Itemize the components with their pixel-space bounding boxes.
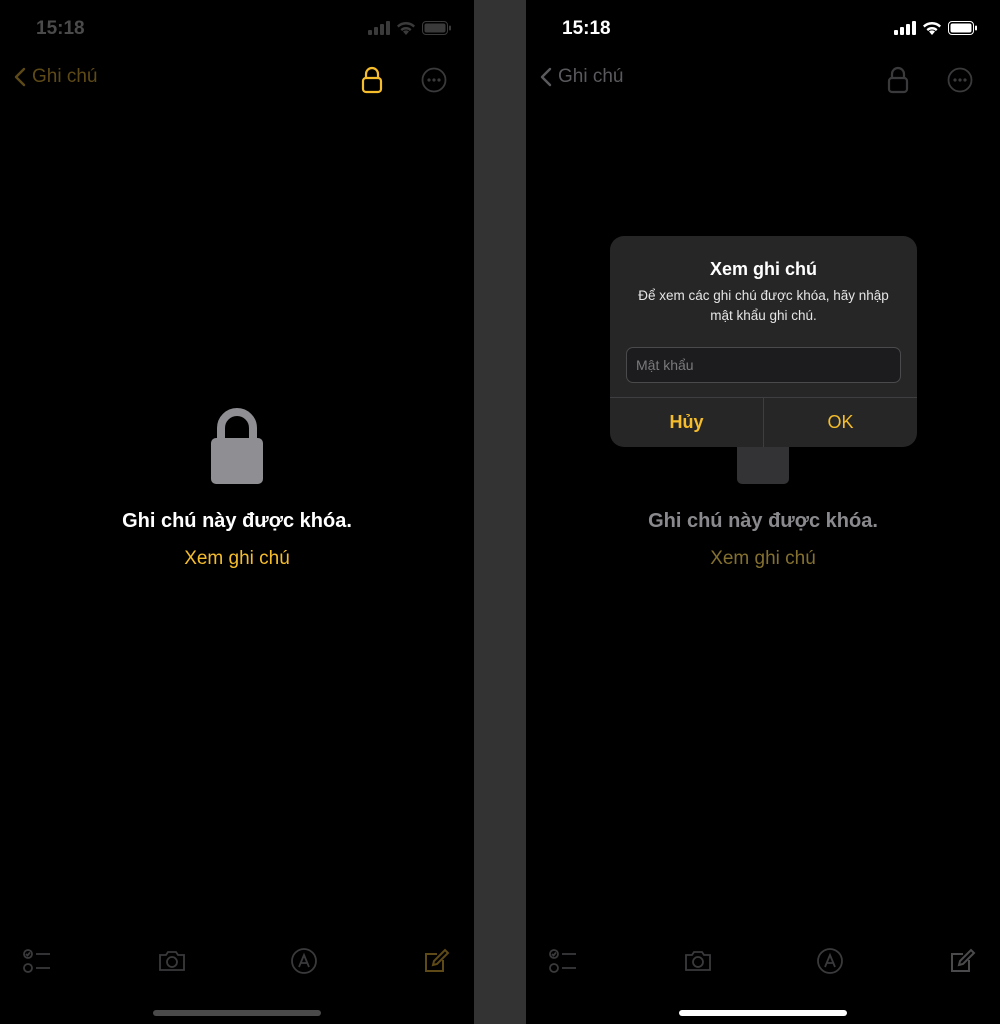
view-note-link[interactable]: Xem ghi chú (526, 548, 1000, 570)
back-label: Ghi chú (32, 66, 98, 87)
locked-message: Ghi chú này được khóa. (122, 510, 352, 532)
left-screen: 15:18 Ghi chú Ghi chú này được khóa. Xem… (0, 0, 474, 1024)
cancel-button[interactable]: Hủy (610, 398, 763, 447)
battery-icon (422, 21, 451, 35)
password-dialog: Xem ghi chú Để xem các ghi chú được khóa… (610, 236, 917, 447)
password-input[interactable] (626, 347, 901, 383)
ok-button[interactable]: OK (764, 398, 917, 447)
back-button[interactable]: Ghi chú (540, 66, 623, 88)
checklist-icon[interactable] (22, 946, 52, 976)
compose-icon[interactable] (947, 946, 977, 976)
status-time: 15:18 (36, 18, 85, 39)
status-icons (894, 20, 978, 36)
battery-icon (948, 21, 977, 35)
wifi-icon (923, 21, 941, 35)
navigation-bar: Ghi chú (526, 62, 1000, 98)
markup-icon[interactable] (289, 946, 319, 976)
right-screen: 15:18 Ghi chú Ghi chú này được khóa. Xem… (526, 0, 1000, 1024)
cellular-signal-icon (894, 21, 916, 35)
chevron-left-icon (14, 67, 26, 87)
home-indicator[interactable] (679, 1010, 847, 1016)
checklist-icon[interactable] (548, 946, 578, 976)
bottom-toolbar (0, 942, 474, 982)
dialog-message: Để xem các ghi chú được khóa, hãy nhập m… (638, 288, 889, 323)
chevron-left-icon (540, 67, 552, 87)
more-icon[interactable] (421, 67, 447, 93)
lock-icon[interactable] (886, 65, 910, 95)
lock-icon[interactable] (360, 65, 384, 95)
camera-icon[interactable] (683, 946, 713, 976)
status-time: 15:18 (562, 18, 611, 39)
cellular-signal-icon (368, 21, 390, 35)
status-icons (368, 20, 452, 36)
home-indicator[interactable] (153, 1010, 321, 1016)
back-label: Ghi chú (558, 66, 624, 87)
more-icon[interactable] (947, 67, 973, 93)
navigation-bar: Ghi chú (0, 62, 474, 98)
markup-icon[interactable] (815, 946, 845, 976)
lock-icon (211, 408, 263, 484)
bottom-toolbar (526, 942, 1000, 982)
locked-message: Ghi chú này được khóa. (648, 510, 878, 532)
dialog-title: Xem ghi chú (709, 259, 817, 279)
wifi-icon (397, 21, 415, 35)
camera-icon[interactable] (157, 946, 187, 976)
compose-icon[interactable] (421, 946, 451, 976)
back-button[interactable]: Ghi chú (14, 66, 97, 88)
view-note-link[interactable]: Xem ghi chú (0, 548, 474, 570)
